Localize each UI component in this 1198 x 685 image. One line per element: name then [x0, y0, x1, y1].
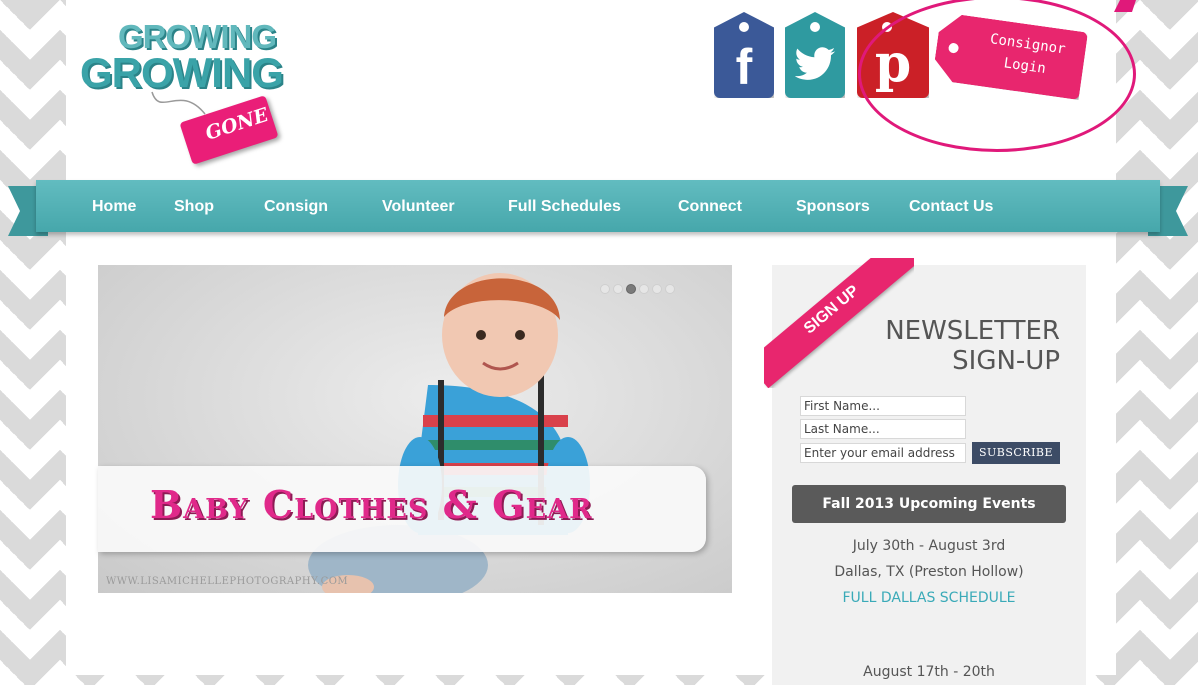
photo-watermark: WWW.LISAMICHELLEPHOTOGRAPHY.COM	[106, 576, 349, 587]
nav-item-consign[interactable]: Consign	[264, 198, 328, 216]
slider-dot[interactable]	[639, 284, 649, 294]
twitter-bird-icon	[794, 47, 836, 80]
slider-caption: Baby Clothes & Gear	[150, 482, 593, 527]
event-dates: July 30th - August 3rd	[852, 538, 1006, 554]
nav-item-volunteer[interactable]: Volunteer	[382, 198, 455, 216]
email-field[interactable]: Enter your email address	[800, 443, 966, 463]
nav-item-sponsors[interactable]: Sponsors	[796, 198, 870, 216]
slider-dot-active[interactable]	[626, 284, 636, 294]
nav-item-home[interactable]: Home	[92, 198, 136, 216]
slider-dot[interactable]	[652, 284, 662, 294]
nav-item-shop[interactable]: Shop	[174, 198, 214, 216]
slider-dot[interactable]	[613, 284, 623, 294]
logo-string-icon	[151, 91, 206, 115]
facebook-glyph: f	[735, 39, 753, 95]
main-nav: Home Shop Consign Volunteer Full Schedul…	[36, 180, 1160, 232]
nav-item-connect[interactable]: Connect	[678, 198, 742, 216]
subscribe-button[interactable]: SUBSCRIBE	[972, 442, 1060, 464]
highlight-circle	[858, 0, 1136, 152]
newsletter-title-line-1: NEWSLETTER	[885, 316, 1060, 346]
event-dates-2: August 17th - 20th	[863, 664, 995, 680]
twitter-icon[interactable]	[785, 12, 845, 98]
facebook-icon[interactable]: f	[714, 12, 774, 98]
slider-dot[interactable]	[665, 284, 675, 294]
arrow-up-icon	[1114, 0, 1136, 12]
event-location: Dallas, TX (Preston Hollow)	[834, 564, 1024, 580]
nav-item-contact-us[interactable]: Contact Us	[909, 198, 993, 216]
site-logo[interactable]: GROWING GROWING GONE	[80, 14, 310, 165]
full-dallas-schedule-link[interactable]: FULL DALLAS SCHEDULE	[772, 590, 1086, 606]
events-heading: Fall 2013 Upcoming Events	[792, 485, 1066, 523]
tag-hole-icon	[810, 22, 820, 32]
last-name-field[interactable]: Last Name...	[800, 419, 966, 439]
tag-hole-icon	[739, 22, 749, 32]
nav-item-full-schedules[interactable]: Full Schedules	[508, 198, 621, 216]
newsletter-title-line-2: SIGN-UP	[952, 346, 1060, 376]
logo-tag-text: GONE	[202, 103, 272, 145]
newsletter-title: NEWSLETTER SIGN-UP	[820, 316, 1060, 376]
first-name-field[interactable]: First Name...	[800, 396, 966, 416]
slider-dot[interactable]	[600, 284, 610, 294]
